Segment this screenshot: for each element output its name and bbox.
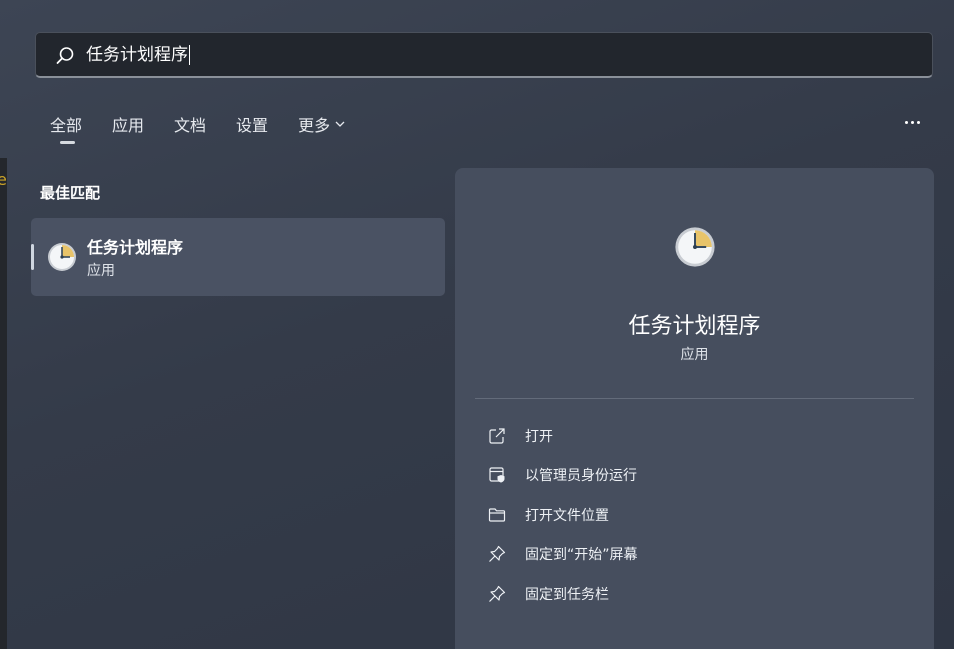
action-run-as-admin[interactable]: 以管理员身份运行 xyxy=(487,463,637,487)
background-window-glyph: e xyxy=(0,170,7,189)
folder-icon xyxy=(488,508,506,522)
action-run-as-admin-label: 以管理员身份运行 xyxy=(525,468,637,484)
dot-icon xyxy=(904,120,908,124)
action-open-label: 打开 xyxy=(525,429,553,445)
action-open[interactable]: 打开 xyxy=(487,424,553,448)
more-options-button[interactable] xyxy=(900,112,924,132)
dot-icon xyxy=(916,120,920,124)
text-caret xyxy=(189,45,190,65)
best-match-heading: 最佳匹配 xyxy=(40,184,101,202)
result-title: 任务计划程序 xyxy=(87,238,184,257)
admin-shield-icon xyxy=(489,467,505,483)
details-app-name: 任务计划程序 xyxy=(628,314,761,339)
divider xyxy=(475,398,914,399)
selection-indicator xyxy=(31,244,34,270)
search-icon xyxy=(56,47,74,64)
tab-all-label: 全部 xyxy=(50,116,83,135)
best-match-result[interactable]: 任务计划程序 应用 xyxy=(31,218,445,296)
filter-tabs: 全部 应用 文档 设置 更多 xyxy=(50,112,376,144)
action-open-file-location[interactable]: 打开文件位置 xyxy=(487,503,609,527)
search-query: 任务计划程序 xyxy=(86,45,188,65)
action-open-file-location-label: 打开文件位置 xyxy=(525,508,609,524)
pin-icon xyxy=(489,545,506,562)
action-pin-to-start[interactable]: 固定到“开始”屏幕 xyxy=(487,542,638,566)
tab-more[interactable]: 更多 xyxy=(298,112,346,136)
tab-all[interactable]: 全部 xyxy=(50,112,83,144)
pin-icon xyxy=(489,585,506,602)
details-app-type: 应用 xyxy=(680,347,709,363)
open-external-icon xyxy=(489,428,505,444)
task-scheduler-clock-icon xyxy=(48,243,76,271)
search-box[interactable]: 任务计划程序 xyxy=(35,32,933,78)
tab-apps-label: 应用 xyxy=(112,116,145,135)
action-pin-to-start-label: 固定到“开始”屏幕 xyxy=(525,547,638,563)
background-window-edge: e xyxy=(0,158,7,649)
tab-documents-label: 文档 xyxy=(174,116,207,135)
task-scheduler-clock-icon xyxy=(675,227,715,267)
tab-apps[interactable]: 应用 xyxy=(112,112,144,136)
search-input[interactable]: 任务计划程序 xyxy=(86,44,190,66)
tab-settings[interactable]: 设置 xyxy=(236,112,268,136)
action-pin-to-taskbar[interactable]: 固定到任务栏 xyxy=(487,582,609,606)
tab-more-label: 更多 xyxy=(298,116,331,135)
tab-settings-label: 设置 xyxy=(236,116,269,135)
dot-icon xyxy=(910,120,914,124)
action-pin-to-taskbar-label: 固定到任务栏 xyxy=(525,587,609,603)
details-panel: 任务计划程序 应用 打开 以管理员身份运行 打开文件位置 固定到“开始”屏幕 固… xyxy=(455,168,934,649)
result-subtitle: 应用 xyxy=(87,263,115,279)
tab-documents[interactable]: 文档 xyxy=(174,112,206,136)
chevron-down-icon xyxy=(335,121,345,127)
